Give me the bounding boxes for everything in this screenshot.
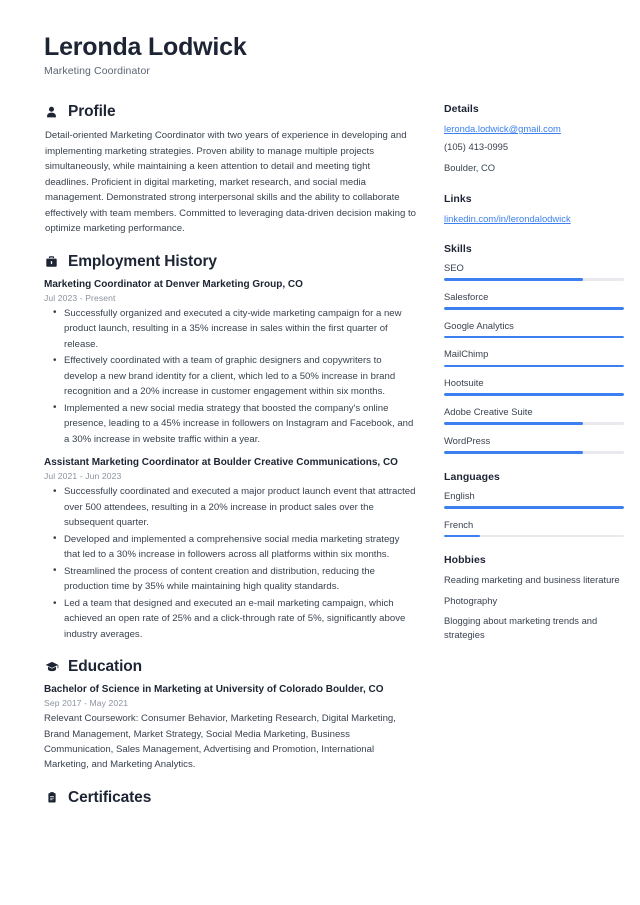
sidebar-column: Details leronda.lodwick@gmail.com (105) … (444, 103, 624, 659)
skill-bar-fill (444, 451, 583, 454)
language-item: French (444, 519, 624, 538)
skill-bar-track (444, 364, 624, 368)
candidate-job-title: Marketing Coordinator (44, 65, 150, 77)
employment-entry-bullets: Successfully coordinated and executed a … (44, 484, 416, 642)
list-item: Effectively coordinated with a team of g… (44, 353, 416, 399)
hobby-item: Blogging about marketing trends and stra… (444, 614, 598, 640)
section-employment-header: Employment History (44, 253, 416, 271)
employment-entry-bullets: Successfully organized and executed a ci… (44, 305, 416, 447)
resume-header: Leronda Lodwick Marketing Coordinator (44, 32, 596, 77)
graduation-cap-icon (44, 660, 59, 675)
skill-label: Google Analytics (444, 319, 514, 331)
skill-bar-track (444, 451, 624, 454)
skill-bar-fill (444, 364, 624, 368)
location-text: Boulder, CO (444, 162, 496, 174)
sidebar-links-title: Links (444, 192, 472, 205)
list-item: Implemented a new social media strategy … (44, 400, 416, 447)
resume-page: Leronda Lodwick Marketing Coordinator Pr… (0, 0, 640, 905)
skill-label: Salesforce (444, 290, 489, 302)
employment-entry: Assistant Marketing Coordinator at Bould… (44, 456, 416, 642)
list-item: Developed and implemented a comprehensiv… (44, 531, 416, 563)
section-profile-header: Profile (44, 103, 416, 121)
candidate-name: Leronda Lodwick (44, 33, 247, 61)
skill-item: Adobe Creative Suite (444, 406, 624, 425)
skill-item: Hootsuite (444, 377, 624, 397)
briefcase-icon (44, 254, 59, 269)
skill-bar-fill (444, 422, 583, 425)
employment-entry-title: Marketing Coordinator at Denver Marketin… (44, 278, 303, 290)
section-profile: Profile Detail-oriented Marketing Coordi… (44, 103, 416, 237)
sidebar-section-skills: Skills SEO Salesforce Google Analytics M… (444, 243, 624, 454)
skill-item: Salesforce (444, 291, 624, 310)
education-entry: Bachelor of Science in Marketing at Univ… (44, 683, 416, 773)
skill-bar-fill (444, 335, 624, 339)
education-entry-description: Relevant Coursework: Consumer Behavior, … (44, 713, 396, 771)
list-item: Streamlined the process of content creat… (44, 563, 416, 595)
section-education-header: Education (44, 658, 416, 676)
section-certificates: Certificates (44, 789, 416, 807)
employment-entry: Marketing Coordinator at Denver Marketin… (44, 278, 416, 447)
employment-entry-date: Jul 2023 - Present (44, 292, 116, 303)
skill-bar-fill (444, 393, 624, 397)
skill-item: MailChimp (444, 348, 624, 368)
language-bar-fill (444, 534, 480, 538)
skill-item: Google Analytics (444, 320, 624, 339)
section-employment: Employment History Marketing Coordinator… (44, 253, 416, 642)
skill-label: MailChimp (444, 348, 489, 360)
skill-bar-fill (444, 278, 583, 281)
sidebar-skills-title: Skills (444, 242, 472, 255)
main-column: Profile Detail-oriented Marketing Coordi… (44, 103, 416, 823)
sidebar-section-hobbies: Hobbies Reading marketing and business l… (444, 554, 624, 641)
email-link[interactable]: leronda.lodwick@gmail.com (444, 122, 624, 136)
language-label: French (444, 518, 474, 530)
language-bar-track (444, 505, 624, 509)
language-bar-fill (444, 505, 624, 509)
clipboard-icon (44, 790, 59, 805)
education-entry-title: Bachelor of Science in Marketing at Univ… (44, 684, 384, 696)
phone-number: (105) 413-0995 (444, 141, 509, 153)
hobby-item: Reading marketing and business literatur… (444, 574, 620, 586)
profile-text: Detail-oriented Marketing Coordinator wi… (45, 130, 416, 235)
language-item: English (444, 490, 624, 509)
section-certificates-header: Certificates (44, 789, 416, 807)
education-entry-date: Sep 2017 - May 2021 (44, 698, 129, 709)
skill-bar-track (444, 335, 624, 339)
list-item: Successfully organized and executed a ci… (44, 305, 416, 352)
employment-entry-date: Jul 2021 - Jun 2023 (44, 471, 122, 482)
sidebar-section-details: Details leronda.lodwick@gmail.com (105) … (444, 103, 624, 176)
skill-label: WordPress (444, 434, 491, 446)
skill-label: Hootsuite (444, 377, 484, 389)
language-label: English (444, 489, 475, 501)
skill-bar-track (444, 422, 624, 425)
section-certificates-title: Certificates (68, 788, 152, 806)
sidebar-hobbies-title: Hobbies (444, 554, 486, 567)
skill-bar-fill (444, 306, 624, 310)
sidebar-details-title: Details (444, 103, 479, 115)
resume-columns: Profile Detail-oriented Marketing Coordi… (44, 103, 624, 823)
section-education-title: Education (68, 658, 143, 676)
sidebar-section-languages: Languages English French (444, 471, 624, 538)
section-profile-title: Profile (68, 103, 116, 120)
list-item: Led a team that designed and executed an… (44, 596, 416, 642)
employment-entry-title: Assistant Marketing Coordinator at Bould… (44, 457, 398, 468)
list-item: Successfully coordinated and executed a … (44, 484, 416, 530)
sidebar-languages-title: Languages (444, 470, 500, 483)
skill-label: SEO (444, 261, 464, 273)
section-employment-title: Employment History (68, 252, 217, 270)
person-icon (44, 105, 59, 120)
hobby-item: Photography (444, 594, 498, 606)
skill-bar-track (444, 393, 624, 397)
skill-label: Adobe Creative Suite (444, 406, 533, 418)
skill-item: SEO (444, 262, 624, 281)
linkedin-link[interactable]: linkedin.com/in/lerondalodwick (444, 212, 624, 226)
skill-bar-track (444, 278, 624, 281)
skill-item: WordPress (444, 435, 624, 454)
skill-bar-track (444, 306, 624, 310)
language-bar-track (444, 534, 624, 538)
section-education: Education Bachelor of Science in Marketi… (44, 658, 416, 773)
sidebar-section-links: Links linkedin.com/in/lerondalodwick (444, 193, 624, 226)
